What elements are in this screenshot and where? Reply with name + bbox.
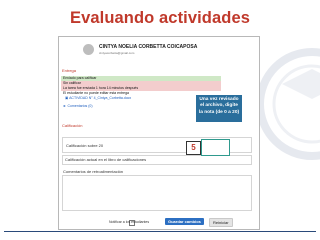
grade-input[interactable] <box>201 139 230 156</box>
reset-button[interactable]: Reiniciar <box>209 218 233 227</box>
university-seal-watermark <box>256 48 320 160</box>
grade-value-badge: 5 <box>186 141 201 155</box>
file-link[interactable]: ACTIVIDAD N° 4_Cintya_Corbetta.docx <box>69 96 131 100</box>
instruction-callout: Una vez revisado el archivo, digite la n… <box>196 95 242 122</box>
grading-status-row: Sin calificar <box>61 81 221 86</box>
student-email: cintyacorbetta@gmail.com <box>99 51 135 55</box>
current-grade-label: Calificación actual en el libro de calif… <box>65 157 147 162</box>
footer-divider <box>4 231 316 232</box>
slide-title: Evaluando actividades <box>70 9 250 27</box>
save-changes-button[interactable]: Guardar cambios <box>165 218 204 225</box>
grading-header: Calificación <box>62 123 83 128</box>
user-avatar-icon <box>83 44 94 55</box>
feedback-label: Comentarios de retroalimentación <box>63 169 124 174</box>
time-late-row: La tarea fue enviada 1 hora 14 minutos d… <box>61 86 221 91</box>
student-name: CINTYA NOELIA CORBETTA COICAPOSA <box>99 44 198 50</box>
grade-field-label: Calificación sobre 20 <box>66 143 104 148</box>
feedback-textarea[interactable] <box>62 175 252 211</box>
submission-header: Entrega <box>62 68 77 73</box>
notify-label: Notificar a los estudiantes <box>109 220 150 224</box>
callout-line-3: la nota (de 0 a 20) <box>198 109 240 115</box>
callout-line-2: el archivo, digite <box>200 103 238 109</box>
file-link-row[interactable]: ▣ ACTIVIDAD N° 4_Cintya_Corbetta.docx <box>65 96 131 100</box>
submission-status-row: Enviado para calificar <box>61 76 221 81</box>
comments-link[interactable]: ► Comentarios (0) <box>63 104 93 108</box>
moodle-screenshot: CINTYA NOELIA CORBETTA COICAPOSA cintyac… <box>58 36 260 230</box>
current-grade-row: Calificación actual en el libro de calif… <box>62 155 252 165</box>
